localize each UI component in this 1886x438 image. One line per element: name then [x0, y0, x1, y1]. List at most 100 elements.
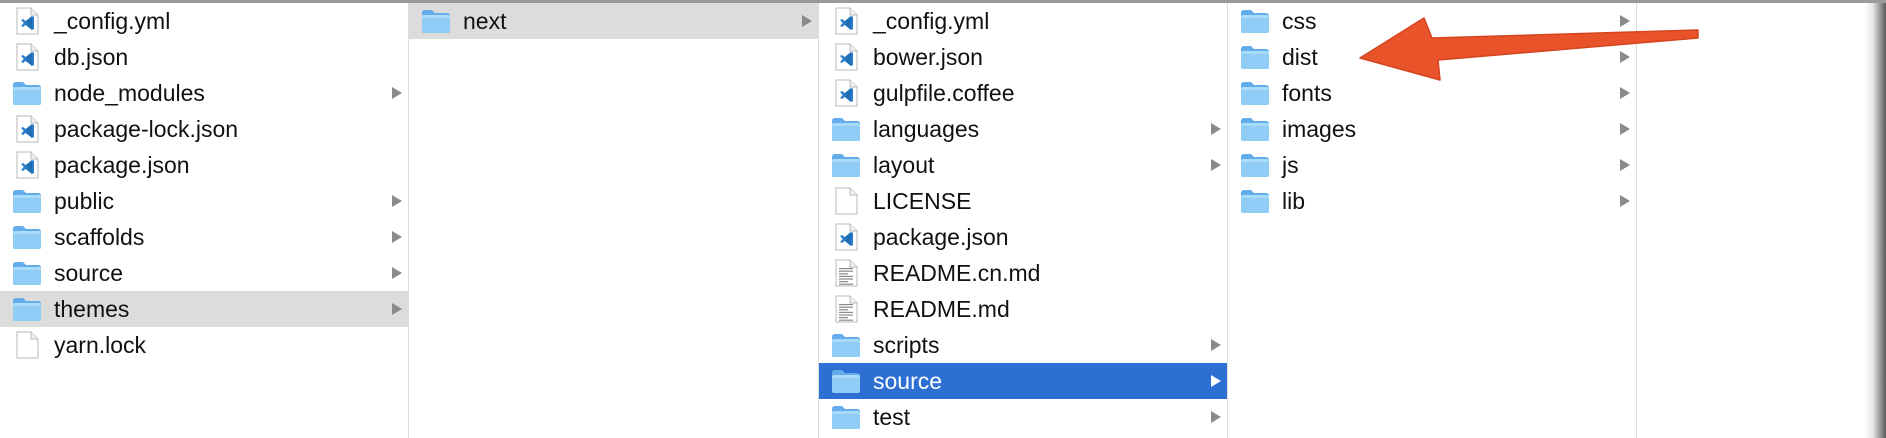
- folder-icon: [1240, 187, 1270, 215]
- file-name-label: next: [463, 8, 507, 34]
- file-list-item[interactable]: languages: [819, 111, 1227, 147]
- folder-icon: [831, 115, 861, 143]
- file-list-item[interactable]: package.json: [819, 219, 1227, 255]
- file-list-item[interactable]: _config.yml: [819, 3, 1227, 39]
- folder-icon: [831, 403, 861, 431]
- file-name-label: themes: [54, 296, 130, 322]
- file-list-item[interactable]: next: [409, 3, 818, 39]
- window-edge-shadow: [1864, 3, 1886, 438]
- file-name-label: scripts: [873, 332, 940, 358]
- folder-icon: [1240, 43, 1270, 71]
- column-next[interactable]: _config.yml bower.json gulpfile.coffee lang…: [819, 3, 1227, 438]
- chevron-right-icon: [1620, 195, 1630, 207]
- file-list-item[interactable]: bower.json: [819, 39, 1227, 75]
- file-list-item[interactable]: themes: [0, 291, 408, 327]
- file-name-label: package-lock.json: [54, 116, 239, 142]
- folder-icon: [1240, 79, 1270, 107]
- file-name-label: css: [1282, 8, 1317, 34]
- chevron-right-icon: [1620, 159, 1630, 171]
- column-project-root[interactable]: _config.yml db.json node_modules package-lo…: [0, 3, 408, 438]
- file-name-label: README.cn.md: [873, 260, 1041, 286]
- vscode-file-icon: [831, 43, 861, 71]
- chevron-right-icon: [802, 15, 812, 27]
- file-name-label: package.json: [54, 152, 190, 178]
- folder-icon: [831, 367, 861, 395]
- file-name-label: layout: [873, 152, 935, 178]
- folder-icon: [831, 331, 861, 359]
- vscode-file-icon: [831, 223, 861, 251]
- folder-icon: [421, 7, 451, 35]
- file-list-item[interactable]: source: [819, 363, 1227, 399]
- file-name-label: LICENSE: [873, 188, 972, 214]
- folder-icon: [1240, 115, 1270, 143]
- folder-icon: [12, 259, 42, 287]
- finder-column-browser: _config.yml db.json node_modules package-lo…: [0, 0, 1886, 438]
- chevron-right-icon: [392, 267, 402, 279]
- file-name-label: images: [1282, 116, 1357, 142]
- folder-icon: [1240, 7, 1270, 35]
- column-themes[interactable]: next: [409, 3, 818, 438]
- blank-file-icon: [831, 187, 861, 215]
- chevron-right-icon: [1211, 339, 1221, 351]
- chevron-right-icon: [1620, 123, 1630, 135]
- folder-icon: [12, 187, 42, 215]
- chevron-right-icon: [1211, 159, 1221, 171]
- folder-icon: [1240, 151, 1270, 179]
- file-list-item[interactable]: package-lock.json: [0, 111, 408, 147]
- chevron-right-icon: [392, 231, 402, 243]
- vscode-file-icon: [831, 79, 861, 107]
- file-list-item[interactable]: _config.yml: [0, 3, 408, 39]
- file-list-item[interactable]: lib: [1228, 183, 1636, 219]
- folder-icon: [12, 79, 42, 107]
- vscode-file-icon: [12, 151, 42, 179]
- red-arrow-icon: [1359, 17, 1699, 81]
- file-list-item[interactable]: scaffolds: [0, 219, 408, 255]
- text-file-icon: [831, 259, 861, 287]
- file-name-label: yarn.lock: [54, 332, 147, 358]
- chevron-right-icon: [392, 87, 402, 99]
- file-name-label: node_modules: [54, 80, 205, 106]
- vscode-file-icon: [12, 7, 42, 35]
- file-name-label: languages: [873, 116, 980, 142]
- chevron-right-icon: [1211, 123, 1221, 135]
- file-name-label: bower.json: [873, 44, 983, 70]
- file-name-label: scaffolds: [54, 224, 145, 250]
- file-list-item[interactable]: public: [0, 183, 408, 219]
- file-list-item[interactable]: node_modules: [0, 75, 408, 111]
- file-list-item[interactable]: LICENSE: [819, 183, 1227, 219]
- file-name-label: db.json: [54, 44, 129, 70]
- file-name-label: _config.yml: [873, 8, 990, 34]
- file-list-item[interactable]: README.cn.md: [819, 255, 1227, 291]
- file-name-label: fonts: [1282, 80, 1332, 106]
- vscode-file-icon: [12, 115, 42, 143]
- file-name-label: lib: [1282, 188, 1306, 214]
- file-name-label: js: [1282, 152, 1299, 178]
- file-list-item[interactable]: layout: [819, 147, 1227, 183]
- vscode-file-icon: [12, 43, 42, 71]
- chevron-right-icon: [392, 195, 402, 207]
- folder-icon: [831, 151, 861, 179]
- file-name-label: source: [54, 260, 124, 286]
- file-name-label: dist: [1282, 44, 1318, 70]
- vscode-file-icon: [831, 7, 861, 35]
- file-list-item[interactable]: gulpfile.coffee: [819, 75, 1227, 111]
- file-name-label: README.md: [873, 296, 1010, 322]
- file-list-item[interactable]: test: [819, 399, 1227, 435]
- file-name-label: source: [873, 368, 943, 394]
- chevron-right-icon: [1211, 375, 1221, 387]
- folder-icon: [12, 295, 42, 323]
- file-list-item[interactable]: yarn.lock: [0, 327, 408, 363]
- text-file-icon: [831, 295, 861, 323]
- file-list-item[interactable]: js: [1228, 147, 1636, 183]
- chevron-right-icon: [392, 303, 402, 315]
- chevron-right-icon: [1211, 411, 1221, 423]
- file-list-item[interactable]: source: [0, 255, 408, 291]
- file-list-item[interactable]: images: [1228, 111, 1636, 147]
- file-name-label: gulpfile.coffee: [873, 80, 1015, 106]
- file-list-item[interactable]: scripts: [819, 327, 1227, 363]
- blank-file-icon: [12, 331, 42, 359]
- file-list-item[interactable]: db.json: [0, 39, 408, 75]
- file-list-item[interactable]: package.json: [0, 147, 408, 183]
- file-name-label: public: [54, 188, 115, 214]
- file-list-item[interactable]: README.md: [819, 291, 1227, 327]
